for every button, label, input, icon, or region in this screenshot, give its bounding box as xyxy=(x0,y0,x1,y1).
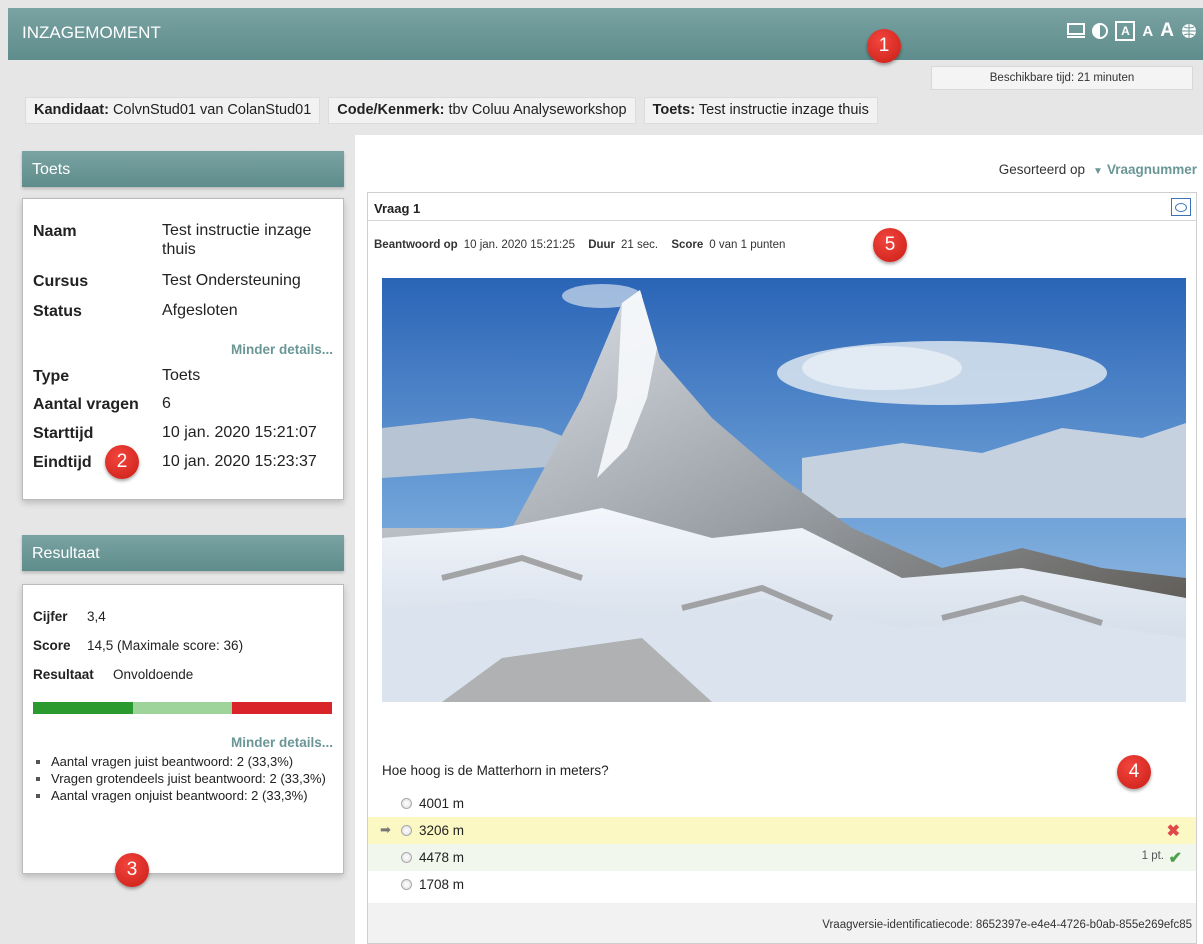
start-time-key: Starttijd xyxy=(33,425,94,442)
radio-icon[interactable] xyxy=(401,879,412,890)
score-value: 14,5 (Maximale score: 36) xyxy=(87,638,244,653)
option-label: 4001 m xyxy=(419,796,465,811)
option-label: 3206 m xyxy=(419,823,465,838)
matterhorn-image xyxy=(382,278,1186,702)
grade-row: Cijfer 3,4 xyxy=(33,609,106,624)
correct-check-icon: ✔ xyxy=(1168,850,1182,867)
result-panel-header[interactable]: Resultaat xyxy=(22,535,344,571)
font-medium-icon[interactable]: A xyxy=(1142,23,1153,40)
incorrect-icon: ✖ xyxy=(1166,823,1180,840)
radio-icon[interactable] xyxy=(401,852,412,863)
grade-label: Cijfer xyxy=(33,609,68,624)
type-key: Type xyxy=(33,368,70,385)
code-label: Code/Kenmerk: xyxy=(337,102,445,118)
callout-badge: 5 xyxy=(873,228,907,262)
sort-label: Gesorteerd op xyxy=(998,162,1086,177)
status-key: Status xyxy=(33,303,82,320)
list-item: Aantal vragen juist beantwoord: 2 (33,3%… xyxy=(33,753,338,770)
answered-value: 10 jan. 2020 15:21:25 xyxy=(463,239,575,251)
question-title: Vraag 1 xyxy=(374,201,421,216)
main-content: Gesorteerd op ▼ Vraagnummer Vraag 1 Beantw… xyxy=(355,135,1203,944)
grade-value: 3,4 xyxy=(87,609,106,624)
arrow-right-icon: ➡ xyxy=(380,822,391,837)
answer-option-correct[interactable]: 4478 m 1 pt. ✔ xyxy=(368,844,1196,871)
test-info: Toets: Test instructie inzage thuis xyxy=(643,97,878,124)
score-row: Score 14,5 (Maximale score: 36) xyxy=(33,638,243,653)
callout-badge: 1 xyxy=(867,29,901,63)
top-bar: INZAGEMOMENT A A A xyxy=(8,8,1203,60)
font-large-icon[interactable]: A xyxy=(1160,20,1174,42)
font-small-icon[interactable]: A xyxy=(1115,21,1136,41)
question-text: Hoe hoog is de Matterhorn in meters? xyxy=(382,763,609,778)
result-value: Onvoldoende xyxy=(113,667,194,682)
code-value: tbv Coluu Analyseworkshop xyxy=(448,102,627,118)
code-info: Code/Kenmerk: tbv Coluu Analyseworkshop xyxy=(328,97,636,124)
name-value: Test instructie inzage thuis xyxy=(162,222,312,258)
name-key: Naam xyxy=(33,223,77,240)
result-bar-segment xyxy=(33,702,133,714)
caret-down-icon[interactable]: ▼ xyxy=(1093,166,1103,177)
contrast-icon[interactable] xyxy=(1092,23,1109,39)
answer-option-selected[interactable]: ➡ 3206 m ✖ xyxy=(368,817,1196,844)
result-summary-list: Aantal vragen juist beantwoord: 2 (33,3%… xyxy=(33,753,338,804)
score-meta-label: Score xyxy=(671,239,704,251)
answered-label: Beantwoord op xyxy=(374,239,458,251)
type-value: Toets xyxy=(162,367,201,384)
result-row: Resultaat Onvoldoende xyxy=(33,667,193,682)
question-count-key: Aantal vragen xyxy=(33,396,139,413)
start-time-value: 10 jan. 2020 15:21:07 xyxy=(162,424,317,441)
test-label: Toets: xyxy=(652,102,696,118)
test-panel-header[interactable]: Toets xyxy=(22,151,344,187)
result-label: Resultaat xyxy=(33,667,94,682)
result-less-details-link[interactable]: Minder details... xyxy=(231,735,333,750)
question-card: Vraag 1 Beantwoord op 10 jan. 2020 15:21:… xyxy=(367,192,1197,944)
option-label: 1708 m xyxy=(419,877,465,892)
result-bar-segment xyxy=(232,702,332,714)
duration-value: 21 sec. xyxy=(621,239,659,251)
candidate-info: Kandidaat: ColvnStud01 van ColanStud01 xyxy=(25,97,321,124)
result-bar-segment xyxy=(132,702,233,714)
end-time-value: 10 jan. 2020 15:23:37 xyxy=(162,453,317,470)
course-value: Test Ondersteuning xyxy=(162,272,301,289)
app-title: INZAGEMOMENT xyxy=(22,23,161,42)
end-time-key: Eindtijd xyxy=(33,454,92,471)
less-details-link[interactable]: Minder details... xyxy=(231,342,333,357)
radio-icon[interactable] xyxy=(401,825,412,836)
candidate-value: ColvnStud01 van ColanStud01 xyxy=(112,102,312,118)
answer-option[interactable]: 4001 m xyxy=(368,790,1196,817)
list-item: Aantal vragen onjuist beantwoord: 2 (33,… xyxy=(33,787,338,804)
callout-badge: 3 xyxy=(115,853,149,887)
test-panel: Naam Test instructie inzage thuis Cursus… xyxy=(22,198,344,500)
score-label: Score xyxy=(33,638,71,653)
test-value: Test instructie inzage thuis xyxy=(698,102,869,118)
available-time: Beschikbare tijd: 21 minuten xyxy=(931,66,1193,90)
answer-option[interactable]: 1708 m xyxy=(368,871,1196,898)
correct-points: 1 pt. xyxy=(1141,850,1164,862)
sort-value[interactable]: Vraagnummer xyxy=(1107,162,1197,177)
question-header: Vraag 1 xyxy=(368,193,1196,221)
question-count-value: 6 xyxy=(162,395,171,412)
info-row: Kandidaat: ColvnStud01 van ColanStud01 C… xyxy=(25,97,878,124)
question-meta: Beantwoord op 10 jan. 2020 15:21:25 Duur 2… xyxy=(374,239,795,251)
result-panel: Cijfer 3,4 Score 14,5 (Maximale score: 36)… xyxy=(22,584,344,874)
duration-label: Duur xyxy=(588,239,616,251)
radio-icon[interactable] xyxy=(401,798,412,809)
comment-icon[interactable] xyxy=(1171,198,1191,216)
score-meta-value: 0 van 1 punten xyxy=(709,239,786,251)
toolbar-icons: A A A xyxy=(1067,20,1197,42)
version-code: Vraagversie-identificatiecode: 8652397e-… xyxy=(368,903,1196,943)
course-key: Cursus xyxy=(33,273,89,290)
callout-badge: 4 xyxy=(1117,755,1151,789)
globe-icon[interactable] xyxy=(1181,23,1197,39)
status-value: Afgesloten xyxy=(162,302,238,319)
callout-badge: 2 xyxy=(105,445,139,479)
sort-control[interactable]: Gesorteerd op ▼ Vraagnummer xyxy=(999,162,1197,177)
monitor-icon[interactable] xyxy=(1067,23,1086,39)
list-item: Vragen grotendeels juist beantwoord: 2 (… xyxy=(33,770,338,787)
result-progress-bar xyxy=(33,702,332,714)
option-label: 4478 m xyxy=(419,850,465,865)
candidate-label: Kandidaat: xyxy=(34,102,109,118)
